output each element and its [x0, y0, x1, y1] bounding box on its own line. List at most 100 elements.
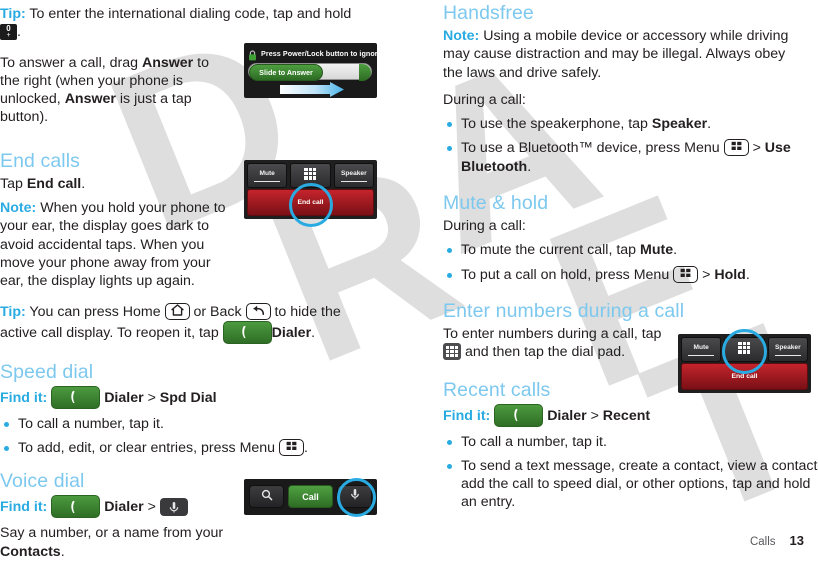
slider-right-cap [359, 64, 371, 81]
in-call-bar-dialpad-screenshot: Mute Speaker End call [678, 329, 811, 393]
handsfree-bullet-1-bold: Speaker [651, 116, 708, 133]
end-calls-tip-part4: . [311, 324, 316, 341]
list-item: To use the speakerphone, tap Speaker. [443, 115, 815, 133]
handsfree-bullet-2-mid: > [748, 140, 765, 157]
handsfree-during-call: During a call: [443, 91, 526, 108]
tip-international-dialing: Tip: To enter the international dialing … [0, 5, 360, 42]
find-it-label: Find it: [0, 499, 48, 516]
search-button[interactable] [249, 485, 284, 508]
tip-label: Tip: [0, 6, 26, 22]
mute-button[interactable]: Mute [247, 163, 288, 188]
recent-calls-find-bold-1: Dialer [547, 407, 587, 424]
end-calls-tap-suffix: . [81, 175, 86, 192]
list-item: To put a call on hold, press Menu > Hold… [443, 265, 815, 284]
handsfree-bullet-1-before: To use the speakerphone, tap [461, 116, 652, 133]
dialer-button-icon [51, 495, 101, 519]
answer-part1: To answer a call, drag [0, 54, 142, 71]
voice-dial-say-bold: Contacts [0, 543, 61, 560]
recent-calls-find-bold-2: Recent [602, 407, 651, 424]
speaker-button[interactable]: Speaker [767, 337, 808, 362]
mute-hold-bullets: To mute the current call, tap Mute. To p… [443, 241, 815, 284]
end-calls-note: Note: When you hold your phone to your e… [0, 199, 232, 290]
recent-calls-find-it: Find it: Dialer > Recent [443, 403, 815, 427]
end-call-label: End call [731, 373, 758, 380]
lock-icon [248, 48, 257, 60]
speaker-button[interactable]: Speaker [333, 163, 374, 188]
end-calls-tap-prefix: Tap [0, 175, 27, 192]
end-calls-tip: Tip: You can press Home or Back to hide … [0, 302, 370, 344]
incoming-status-row: Press Power/Lock button to ignore [244, 43, 377, 61]
dialpad-chip-icon [443, 343, 461, 361]
footer-section-name: Calls [749, 536, 776, 548]
find-it-label: Find it: [443, 407, 491, 424]
highlight-ring-voice-dial [337, 478, 376, 517]
call-label: Call [302, 491, 319, 502]
list-item: To mute the current call, tap Mute. [443, 241, 815, 259]
menu-key-icon [279, 439, 305, 457]
speed-dial-bullet-1-text: To call a number, tap it. [18, 415, 164, 432]
heading-speed-dial: Speed dial [0, 360, 94, 383]
speed-dial-bullet-2-before: To add, edit, or clear entries, press Me… [18, 440, 280, 457]
slide-to-answer-track[interactable]: Slide to Answer [248, 63, 372, 81]
voice-dial-find-sep: > [143, 499, 160, 516]
highlight-ring-end-call [289, 183, 333, 227]
page-footer: Calls 13 [750, 533, 804, 548]
speed-dial-bullet-2-after: . [304, 440, 308, 457]
call-button[interactable]: Call [288, 485, 333, 508]
end-calls-tip-part2: or Back [189, 303, 246, 320]
note-label: Note: [443, 28, 480, 44]
mute-hold-bullet-2-before: To put a call on hold, press Menu [461, 266, 674, 283]
mute-hold-during-call: During a call: [443, 218, 526, 235]
speed-dial-find-bold-1: Dialer [104, 389, 144, 406]
voice-dial-find-bold-1: Dialer [104, 499, 144, 516]
tip-text-before: To enter the international dialing code,… [25, 6, 352, 22]
footer-page-number: 13 [789, 533, 804, 548]
handsfree-bullets: To use the speakerphone, tap Speaker. To… [443, 115, 815, 176]
highlight-ring-dialpad [722, 329, 767, 374]
recent-calls-bullet-1: To call a number, tap it. [461, 433, 607, 450]
handsfree-bullet-2-after: . [527, 158, 532, 175]
mute-label: Mute [693, 344, 709, 351]
dialer-button-icon [51, 385, 101, 409]
answer-bold-2: Answer [64, 91, 116, 108]
voice-dial-say-part2: . [60, 543, 65, 560]
recent-calls-bullet-2: To send a text message, create a contact… [461, 457, 818, 511]
mute-hold-bullet-1-after: . [673, 242, 678, 259]
in-call-bar-end-call-screenshot: Mute Speaker End call [244, 160, 377, 227]
enter-numbers-paragraph: To enter numbers during a call, tap and … [443, 325, 675, 362]
note-label: Note: [0, 200, 37, 217]
dialer-button-icon [222, 320, 272, 344]
slide-to-answer-thumb[interactable]: Slide to Answer [249, 64, 323, 81]
right-column: Handsfree Note: Using a mobile device or… [443, 0, 818, 521]
manual-page: Tip: To enter the international dialing … [0, 0, 818, 560]
speaker-label: Speaker [340, 170, 367, 177]
drag-right-arrow-icon [280, 82, 345, 97]
answer-call-paragraph: To answer a call, drag Answer to the rig… [0, 54, 228, 127]
voice-dial-chip-icon [159, 498, 188, 517]
find-it-label: Find it: [0, 389, 48, 406]
mute-hold-bullet-1-bold: Mute [640, 242, 674, 259]
search-icon [261, 488, 273, 506]
mute-button[interactable]: Mute [681, 337, 722, 362]
recent-calls-bullets: To call a number, tap it. To send a text… [443, 433, 818, 512]
mute-hold-bullet-2-mid: > [698, 266, 715, 283]
menu-key-icon [723, 139, 749, 157]
back-key-icon [245, 302, 271, 320]
dialer-button-icon [494, 403, 544, 427]
dialpad-icon [304, 167, 317, 180]
speed-dial-find-it: Find it: Dialer > Spd Dial [0, 385, 372, 409]
list-item: To call a number, tap it. [443, 433, 815, 451]
list-item: To call a number, tap it. [0, 415, 372, 433]
voice-dial-bar-screenshot: Call [244, 478, 377, 517]
handsfree-note: Note: Using a mobile device or accessory… [443, 27, 807, 82]
list-item: To send a text message, create a contact… [443, 457, 818, 512]
home-key-icon [164, 302, 190, 320]
mute-hold-bullet-1-before: To mute the current call, tap [461, 242, 641, 259]
incoming-call-screenshot: Press Power/Lock button to ignore Slide … [244, 43, 377, 98]
menu-key-icon [673, 265, 699, 283]
handsfree-bullet-2-before: To use a Bluetooth™ device, press Menu [461, 140, 724, 157]
note-text: Using a mobile device or accessory while… [443, 28, 789, 81]
mute-hold-bullet-2-bold: Hold [714, 266, 746, 283]
list-item: To use a Bluetooth™ device, press Menu >… [443, 139, 818, 176]
end-calls-tip-bold: Dialer [271, 324, 312, 341]
